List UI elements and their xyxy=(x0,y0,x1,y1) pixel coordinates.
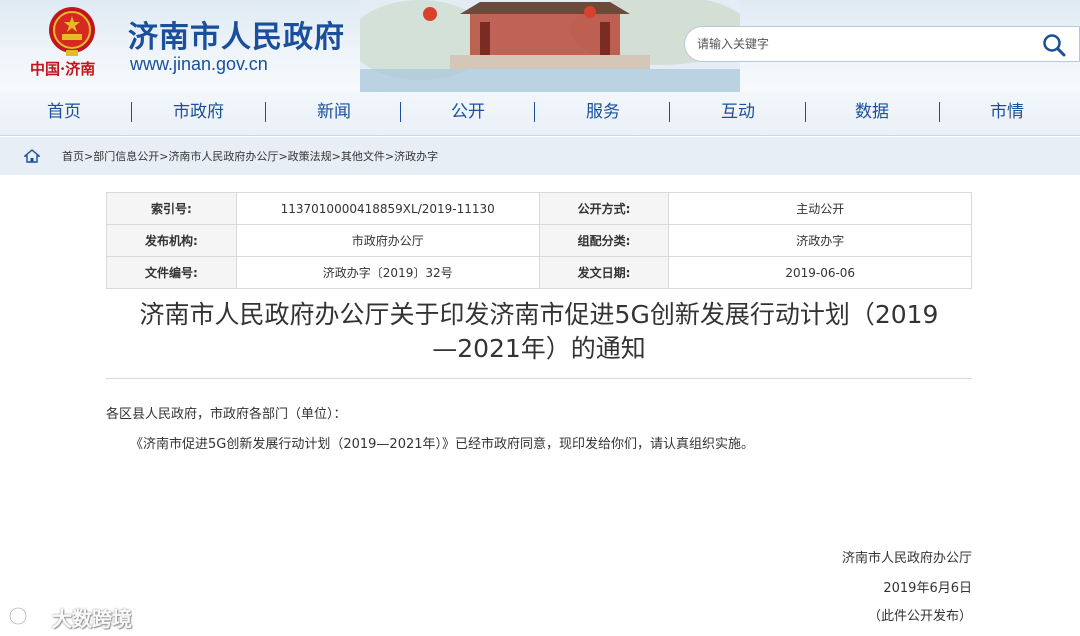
index-number-label: 索引号: xyxy=(106,192,237,225)
breadcrumb-item[interactable]: 部门信息公开 xyxy=(93,150,159,163)
table-row: 发布机构: 市政府办公厅 组配分类: 济政办字 xyxy=(106,224,972,257)
nav-separator xyxy=(805,102,806,122)
breadcrumb: 首页>部门信息公开>济南市人民政府办公厅>政策法规>其他文件>济政办字 xyxy=(62,148,438,164)
signer: 济南市人民政府办公厅 xyxy=(841,551,972,566)
issuing-agency-value: 市政府办公厅 xyxy=(235,224,540,257)
search-box xyxy=(684,26,1080,62)
document-meta-table: 索引号: 1137010000418859XL/2019-11130 公开方式:… xyxy=(106,192,972,289)
nav-separator xyxy=(131,102,132,122)
salutation: 各区县人民政府，市政府各部门（单位）： xyxy=(106,407,347,422)
document-number-label: 文件编号: xyxy=(106,256,237,289)
disclosure-method-label: 公开方式: xyxy=(538,192,670,225)
watermark-logo-icon xyxy=(8,606,48,626)
home-icon[interactable] xyxy=(24,149,40,163)
breadcrumb-separator: > xyxy=(384,150,395,163)
sign-date: 2019年6月6日 xyxy=(883,581,972,596)
nav-item-news[interactable]: 新闻 xyxy=(317,98,351,126)
breadcrumb-separator: > xyxy=(84,150,94,163)
category-label: 组配分类: xyxy=(538,224,670,257)
document-title-line: 济南市人民政府办公厅关于印发济南市促进5G创新发展行动计划（2019 xyxy=(139,300,939,329)
breadcrumb-item[interactable]: 首页 xyxy=(62,150,84,163)
national-emblem-icon xyxy=(49,7,95,56)
publication-note: （此件公开发布） xyxy=(867,609,972,624)
category-value: 济政办字 xyxy=(668,224,972,257)
nav-item-government[interactable]: 市政府 xyxy=(173,98,224,126)
table-row: 索引号: 1137010000418859XL/2019-11130 公开方式:… xyxy=(106,192,972,225)
site-title[interactable]: 济南市人民政府 xyxy=(128,12,345,56)
breadcrumb-separator: > xyxy=(278,150,288,163)
nav-separator xyxy=(265,102,266,122)
nav-item-services[interactable]: 服务 xyxy=(586,98,620,126)
nav-separator xyxy=(534,102,535,122)
breadcrumb-item[interactable]: 政策法规 xyxy=(288,150,332,163)
issue-date-label: 发文日期: xyxy=(538,256,670,289)
nav-item-home[interactable]: 首页 xyxy=(47,98,81,126)
index-number-value: 1137010000418859XL/2019-11130 xyxy=(235,192,540,225)
document-title-line: —2021年）的通知 xyxy=(432,334,646,363)
nav-item-city-info[interactable]: 市情 xyxy=(990,98,1024,126)
nav-separator xyxy=(669,102,670,122)
issuing-agency-label: 发布机构: xyxy=(106,224,237,257)
site-header: 中国·济南 济南市人民政府 www.jinan.gov.cn xyxy=(0,0,1080,92)
breadcrumb-item[interactable]: 济南市人民政府办公厅 xyxy=(168,150,278,163)
breadcrumb-separator: > xyxy=(331,150,341,163)
main-nav: 首页 市政府 新闻 公开 服务 互动 数据 市情 xyxy=(0,92,1080,136)
watermark-text: 大数跨境 xyxy=(52,607,132,631)
document-title: 济南市人民政府办公厅关于印发济南市促进5G创新发展行动计划（2019 —2021… xyxy=(106,298,972,366)
search-input[interactable] xyxy=(697,33,1027,55)
breadcrumb-bar: 首页>部门信息公开>济南市人民政府办公厅>政策法规>其他文件>济政办字 xyxy=(0,137,1080,175)
nav-item-data[interactable]: 数据 xyxy=(855,98,889,126)
breadcrumb-item[interactable]: 其他文件 xyxy=(341,150,385,163)
nav-separator xyxy=(939,102,940,122)
nav-item-interaction[interactable]: 互动 xyxy=(721,98,755,126)
title-divider xyxy=(106,378,972,379)
nav-separator xyxy=(400,102,401,122)
document-number-value: 济政办字〔2019〕32号 xyxy=(235,256,540,289)
search-icon[interactable] xyxy=(1041,32,1067,58)
city-logo-text: 中国·济南 xyxy=(30,60,96,78)
table-row: 文件编号: 济政办字〔2019〕32号 发文日期: 2019-06-06 xyxy=(106,256,972,289)
issue-date-value: 2019-06-06 xyxy=(668,256,972,289)
body-paragraph: 《济南市促进5G创新发展行动计划（2019—2021年）》已经市政府同意，现印发… xyxy=(130,437,755,452)
site-url[interactable]: www.jinan.gov.cn xyxy=(130,54,268,75)
nav-item-open[interactable]: 公开 xyxy=(451,98,485,126)
breadcrumb-item[interactable]: 济政办字 xyxy=(394,150,438,163)
disclosure-method-value: 主动公开 xyxy=(668,192,972,225)
scenery-image xyxy=(360,0,740,92)
